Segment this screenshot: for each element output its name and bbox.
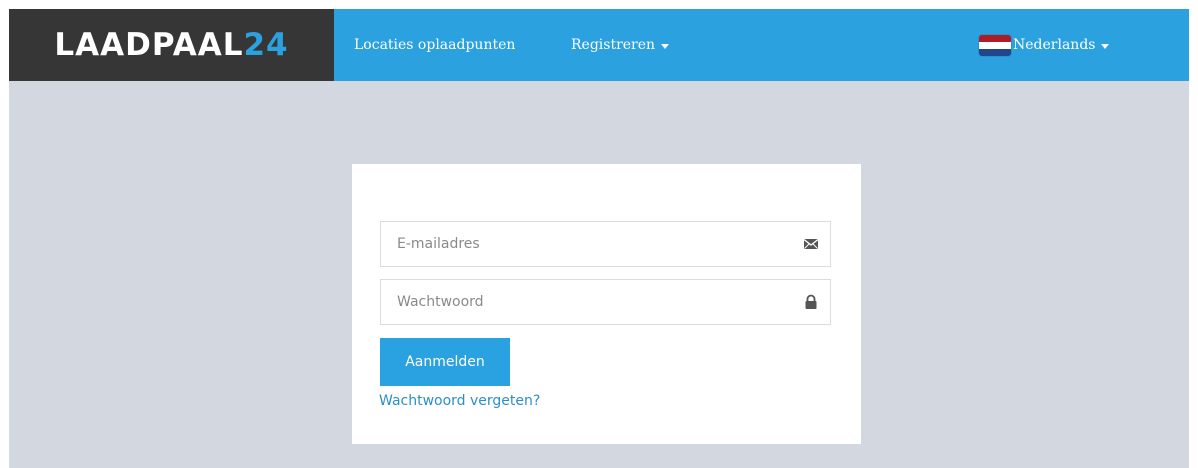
language-label: Nederlands [1013,37,1096,53]
nav-dropdown-registreren-label: Registreren [571,37,656,53]
password-field-wrapper [380,279,831,325]
email-input[interactable] [381,222,781,266]
chevron-down-icon [661,43,670,49]
chevron-down-icon [1101,43,1110,49]
brand-accent: 24 [243,27,289,63]
netherlands-flag-icon [979,34,1011,56]
forgot-password-link[interactable]: Wachtwoord vergeten? [379,393,540,409]
login-button[interactable]: Aanmelden [380,338,510,386]
lock-icon [805,294,817,309]
language-selector[interactable]: Nederlands [979,9,1110,81]
top-navbar: LAADPAAL 24 Locaties oplaadpunten Registr… [9,9,1189,81]
nav-dropdown-registreren[interactable]: Registreren [571,9,670,81]
login-card: Aanmelden Wachtwoord vergeten? [352,164,861,444]
brand-logo[interactable]: LAADPAAL 24 [9,9,334,81]
page-frame: LAADPAAL 24 Locaties oplaadpunten Registr… [9,9,1189,468]
nav-link-locaties-label: Locaties oplaadpunten [354,37,516,53]
brand-text: LAADPAAL [54,27,244,63]
password-input[interactable] [381,280,781,324]
nav-link-locaties[interactable]: Locaties oplaadpunten [354,9,515,81]
envelope-icon [803,238,819,249]
email-field-wrapper [380,221,831,267]
